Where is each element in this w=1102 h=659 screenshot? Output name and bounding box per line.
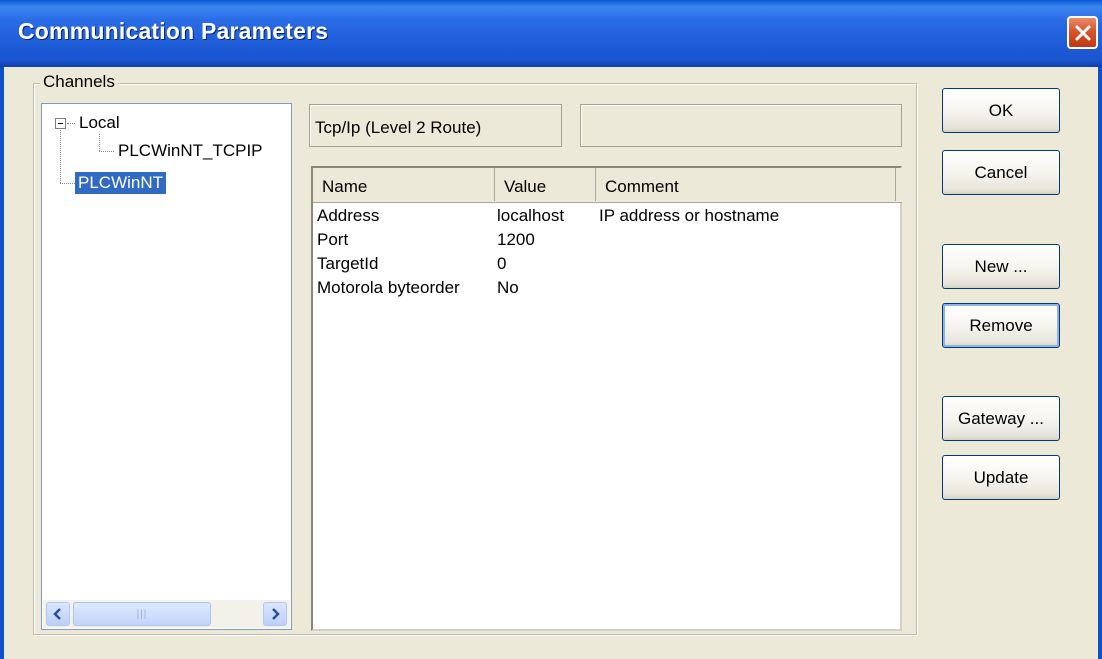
param-name-cell[interactable]: TargetId bbox=[317, 254, 378, 274]
grip-icon: ||| bbox=[136, 608, 148, 620]
parameters-list[interactable]: Name Value Comment Address localhost IP … bbox=[311, 166, 902, 631]
title-bar[interactable]: Communication Parameters bbox=[0, 0, 1102, 67]
tree-connector bbox=[99, 151, 114, 152]
param-value-cell[interactable]: No bbox=[497, 278, 519, 298]
close-button[interactable] bbox=[1067, 16, 1098, 49]
tree-horizontal-scrollbar[interactable]: ||| bbox=[43, 600, 290, 628]
tree-connector bbox=[67, 123, 75, 124]
channels-tree[interactable]: Local PLCWinNT_TCPIP PLCWinNT ||| bbox=[41, 103, 292, 630]
param-value-cell[interactable]: 0 bbox=[497, 254, 506, 274]
window-frame-right bbox=[1098, 67, 1102, 659]
new-button[interactable]: New ... bbox=[942, 244, 1060, 289]
param-name-cell[interactable]: Port bbox=[317, 230, 348, 250]
scroll-thumb[interactable]: ||| bbox=[73, 602, 211, 626]
param-value-cell[interactable]: localhost bbox=[497, 206, 564, 226]
chevron-left-icon bbox=[53, 608, 61, 620]
gateway-button[interactable]: Gateway ... bbox=[942, 396, 1060, 441]
param-name-cell[interactable]: Motorola byteorder bbox=[317, 278, 460, 298]
driver-name-field: Tcp/Ip (Level 2 Route) bbox=[309, 104, 562, 147]
update-button[interactable]: Update bbox=[942, 455, 1060, 500]
parameters-list-header: Name Value Comment bbox=[313, 168, 902, 203]
window-frame-left bbox=[0, 67, 4, 659]
close-icon bbox=[1075, 25, 1090, 40]
tree-connector bbox=[99, 134, 100, 151]
column-header-comment[interactable]: Comment bbox=[596, 168, 896, 201]
chevron-right-icon bbox=[272, 608, 280, 620]
param-comment-cell: IP address or hostname bbox=[599, 206, 780, 225]
tree-item-local[interactable]: Local bbox=[79, 113, 120, 133]
param-value-cell[interactable]: 1200 bbox=[497, 230, 535, 250]
tree-connector bbox=[60, 130, 61, 183]
tree-connector bbox=[60, 183, 75, 184]
cancel-button[interactable]: Cancel bbox=[942, 150, 1060, 195]
driver-extra-field bbox=[580, 104, 902, 147]
window-title: Communication Parameters bbox=[18, 18, 329, 44]
remove-button[interactable]: Remove bbox=[942, 303, 1060, 348]
tree-item-plcwinnt-tcpip[interactable]: PLCWinNT_TCPIP bbox=[118, 141, 263, 161]
tree-item-plcwinnt[interactable]: PLCWinNT bbox=[75, 172, 167, 194]
scroll-right-button[interactable] bbox=[263, 602, 287, 626]
collapse-expander-icon[interactable] bbox=[55, 118, 66, 129]
param-name-cell[interactable]: Address bbox=[317, 206, 379, 226]
column-header-name[interactable]: Name bbox=[313, 168, 495, 201]
scroll-left-button[interactable] bbox=[46, 602, 70, 626]
column-header-value[interactable]: Value bbox=[495, 168, 596, 201]
channels-group-label: Channels bbox=[40, 72, 118, 92]
ok-button[interactable]: OK bbox=[942, 88, 1060, 133]
